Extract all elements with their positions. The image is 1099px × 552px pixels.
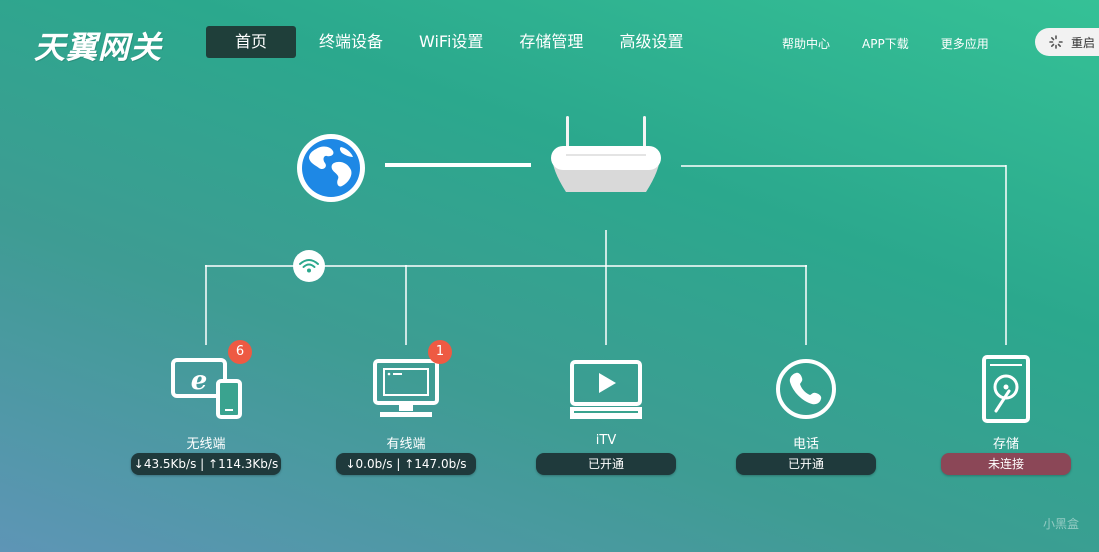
itv-icon[interactable] (570, 360, 642, 420)
wireless-drop-line (205, 265, 207, 345)
wireless-status-pill: ↓43.5Kb/s | ↑114.3Kb/s (131, 453, 281, 475)
restart-label: 重启 (1071, 35, 1096, 50)
app-download-link[interactable]: APP下载 (862, 35, 909, 52)
phone-icon[interactable] (775, 358, 837, 420)
wireless-label: 无线端 (186, 437, 226, 452)
storage-label: 存储 (992, 437, 1019, 452)
storage-status-pill: 未连接 (941, 453, 1071, 475)
main-nav: 首页 终端设备 WiFi设置 存储管理 高级设置 (206, 26, 719, 58)
wifi-node[interactable] (293, 250, 325, 282)
storage-link-line-v (1005, 165, 1007, 345)
wired-drop-line (405, 265, 407, 345)
itv-status-pill: 已开通 (536, 453, 676, 475)
wired-count-badge: 1 (428, 340, 452, 364)
router-down-line (605, 230, 607, 345)
brand-logo: 天翼网关 (34, 30, 162, 66)
restart-spinner-icon (1049, 35, 1063, 49)
nav-terminal-devices[interactable]: 终端设备 (319, 26, 383, 58)
wireless-devices-icon[interactable]: e (170, 357, 244, 419)
nav-storage-management[interactable]: 存储管理 (519, 26, 583, 58)
watermark: 小黑盒 (1042, 517, 1079, 531)
phone-label: 电话 (792, 437, 819, 452)
wired-monitor-icon[interactable] (372, 358, 440, 420)
nav-advanced-settings[interactable]: 高级设置 (619, 26, 683, 58)
wired-label: 有线端 (386, 437, 426, 452)
more-apps-link[interactable]: 更多应用 (941, 35, 989, 52)
nav-home[interactable]: 首页 (206, 26, 296, 58)
phone-status-pill: 已开通 (736, 453, 876, 475)
wifi-icon (299, 259, 319, 273)
storage-hdd-icon[interactable] (982, 355, 1030, 423)
router-icon[interactable] (550, 114, 662, 196)
restart-button[interactable]: 重启 (1035, 28, 1099, 56)
internet-link-line (385, 163, 531, 167)
svg-text:e: e (191, 366, 208, 396)
nav-wifi-settings[interactable]: WiFi设置 (419, 26, 483, 58)
internet-globe-icon[interactable] (296, 133, 366, 203)
header-links: 帮助中心 APP下载 更多应用 (782, 35, 1021, 52)
storage-link-line-h (681, 165, 1006, 167)
wireless-count-badge: 6 (228, 340, 252, 364)
itv-label: iTV (595, 433, 617, 448)
phone-drop-line (805, 265, 807, 345)
wired-status-pill: ↓0.0b/s | ↑147.0b/s (336, 453, 476, 475)
help-center-link[interactable]: 帮助中心 (782, 35, 830, 52)
